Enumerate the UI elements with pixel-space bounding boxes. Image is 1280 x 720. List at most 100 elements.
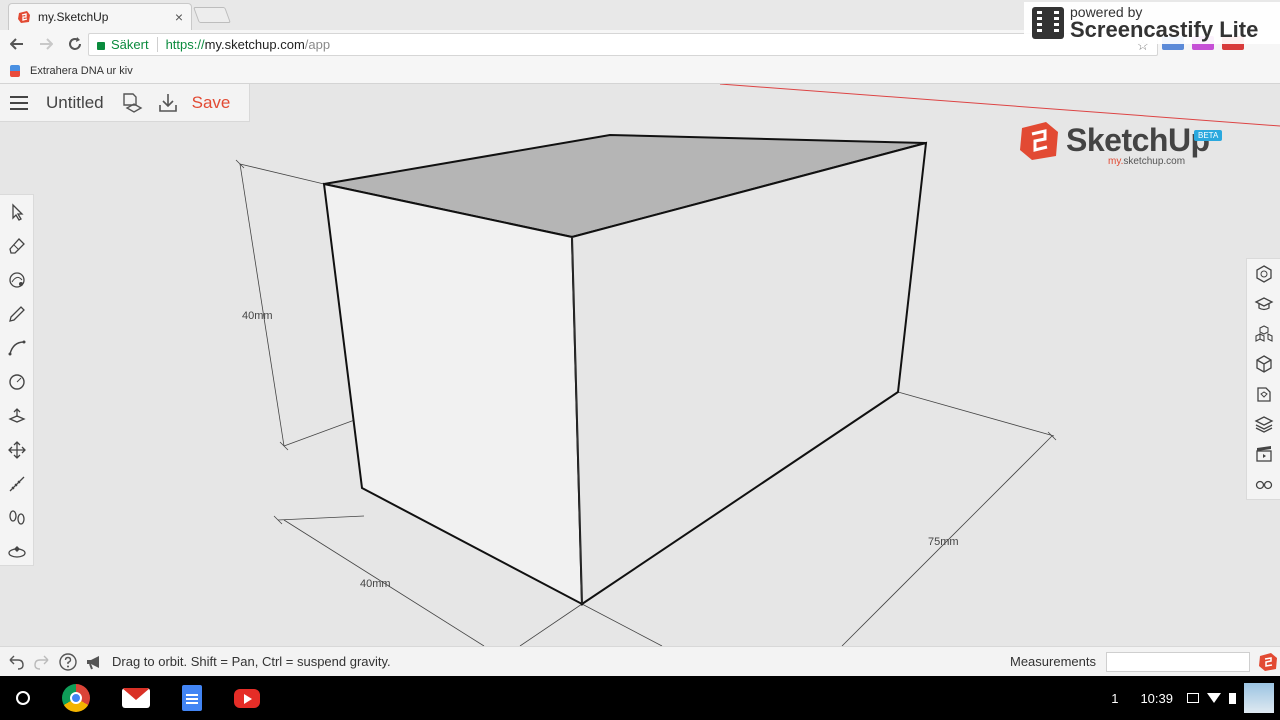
beta-badge: BETA	[1194, 130, 1223, 141]
secure-label: Säkert	[111, 37, 158, 52]
gmail-icon[interactable]	[122, 688, 150, 708]
url-scheme: https://	[165, 37, 205, 52]
right-panel-icons	[1246, 258, 1280, 500]
document-title[interactable]: Untitled	[46, 93, 104, 113]
tab-close-icon[interactable]: ×	[175, 9, 183, 25]
new-tab-button[interactable]	[193, 7, 231, 23]
browser-tab[interactable]: my.SketchUp ×	[8, 3, 192, 30]
panel-entity-info[interactable]	[1247, 259, 1280, 289]
components-icon	[1255, 325, 1273, 342]
megaphone-icon[interactable]	[84, 652, 104, 672]
bookmarks-bar: Extrahera DNA ur kiv	[0, 58, 1280, 84]
materials-icon	[1256, 355, 1272, 373]
tab-title: my.SketchUp	[38, 10, 109, 24]
tool-walk[interactable]	[0, 501, 34, 535]
reload-button[interactable]	[63, 32, 87, 56]
address-bar[interactable]: Säkert https://my.sketchup.com/app ☆	[88, 33, 1158, 56]
menu-icon[interactable]	[10, 95, 28, 110]
forward-arrow-icon	[40, 38, 53, 50]
styles-icon	[1257, 387, 1271, 402]
dimension-width-label: 40mm	[360, 578, 391, 590]
scenes-icon	[1256, 446, 1272, 462]
tape-measure-icon	[9, 476, 25, 492]
pencil-icon	[9, 306, 25, 322]
url-host: my.sketchup.com	[204, 37, 305, 52]
screen-icon	[1187, 693, 1199, 703]
brand-sub-rest: sketchup.com	[1123, 156, 1186, 167]
tool-orbit[interactable]	[0, 535, 34, 569]
status-bar: Drag to orbit. Shift = Pan, Ctrl = suspe…	[0, 646, 1280, 676]
measurements-input[interactable]	[1106, 652, 1250, 672]
eraser-icon	[9, 238, 25, 254]
film-strip-icon	[1032, 7, 1064, 39]
push-pull-icon	[8, 408, 26, 423]
panel-styles[interactable]	[1247, 379, 1280, 409]
tool-pencil[interactable]	[0, 297, 34, 331]
tool-paint[interactable]	[0, 263, 34, 297]
save-button[interactable]: Save	[192, 93, 231, 113]
undo-icon[interactable]	[6, 652, 26, 672]
arc-icon	[8, 340, 26, 356]
tool-select[interactable]	[0, 195, 34, 229]
tool-eraser[interactable]	[0, 229, 34, 263]
dimension-height-label: 40mm	[242, 310, 273, 322]
panel-materials[interactable]	[1247, 349, 1280, 379]
google-docs-icon[interactable]	[182, 685, 202, 711]
redo-icon[interactable]	[32, 652, 52, 672]
tool-tape-measure[interactable]	[0, 467, 34, 501]
url-text: https://my.sketchup.com/app	[158, 37, 331, 52]
url-path: /app	[304, 37, 331, 52]
layers-icon	[1254, 416, 1274, 433]
sketchup-status-icon[interactable]	[1258, 652, 1278, 672]
brand-name: SketchUp	[1066, 122, 1210, 158]
watermark-line2: Screencastify Lite	[1070, 17, 1259, 42]
sketchup-logo: SketchUp BETA my.sketchup.com	[1018, 118, 1238, 174]
back-button[interactable]	[5, 32, 29, 56]
user-avatar[interactable]	[1244, 683, 1274, 713]
orbit-icon	[8, 546, 26, 558]
forward-button[interactable]	[34, 32, 58, 56]
measurements-label: Measurements	[1010, 654, 1096, 669]
dimension-length-label: 75mm	[928, 536, 959, 548]
launcher-icon[interactable]	[16, 691, 30, 705]
tool-circle[interactable]	[0, 365, 34, 399]
display-icon	[1255, 480, 1273, 490]
tool-move[interactable]	[0, 433, 34, 467]
os-shelf: 1 10:39	[0, 676, 1280, 720]
back-arrow-icon	[10, 38, 23, 50]
screencastify-watermark: powered by Screencastify Lite	[1024, 2, 1280, 44]
box-front-face[interactable]	[322, 182, 584, 606]
sketchup-logo-icon	[1020, 122, 1058, 160]
bookmark-link[interactable]: Extrahera DNA ur kiv	[30, 65, 133, 77]
tool-push-pull[interactable]	[0, 399, 34, 433]
entity-info-icon	[1256, 265, 1272, 283]
circle-icon	[9, 374, 25, 390]
brand-subtitle: my.sketchup.com	[1108, 156, 1185, 167]
system-tray[interactable]: 1 10:39	[1111, 676, 1280, 720]
watermark-text: powered by Screencastify Lite	[1070, 5, 1258, 41]
footprints-icon	[9, 510, 25, 525]
instructor-icon	[1254, 297, 1274, 311]
clock[interactable]: 10:39	[1140, 691, 1173, 706]
brand-sub-my: my.	[1108, 156, 1124, 167]
download-icon[interactable]	[156, 91, 180, 115]
help-icon[interactable]	[58, 652, 78, 672]
sketchup-favicon-icon	[18, 11, 30, 23]
panel-display[interactable]	[1247, 469, 1280, 499]
panel-scenes[interactable]	[1247, 439, 1280, 469]
panel-components[interactable]	[1247, 319, 1280, 349]
select-icon	[12, 203, 24, 221]
battery-icon	[1229, 692, 1236, 704]
reload-icon	[69, 37, 81, 50]
left-tool-palette	[0, 194, 34, 566]
youtube-icon[interactable]	[234, 688, 260, 708]
paint-bucket-icon	[9, 272, 25, 288]
tool-arc[interactable]	[0, 331, 34, 365]
chrome-icon[interactable]	[62, 684, 90, 712]
model-info-icon[interactable]	[120, 91, 144, 115]
panel-instructor[interactable]	[1247, 289, 1280, 319]
panel-layers[interactable]	[1247, 409, 1280, 439]
notification-count[interactable]: 1	[1111, 691, 1118, 706]
status-hint: Drag to orbit. Shift = Pan, Ctrl = suspe…	[112, 654, 391, 669]
app-header: Untitled Save	[0, 84, 250, 122]
